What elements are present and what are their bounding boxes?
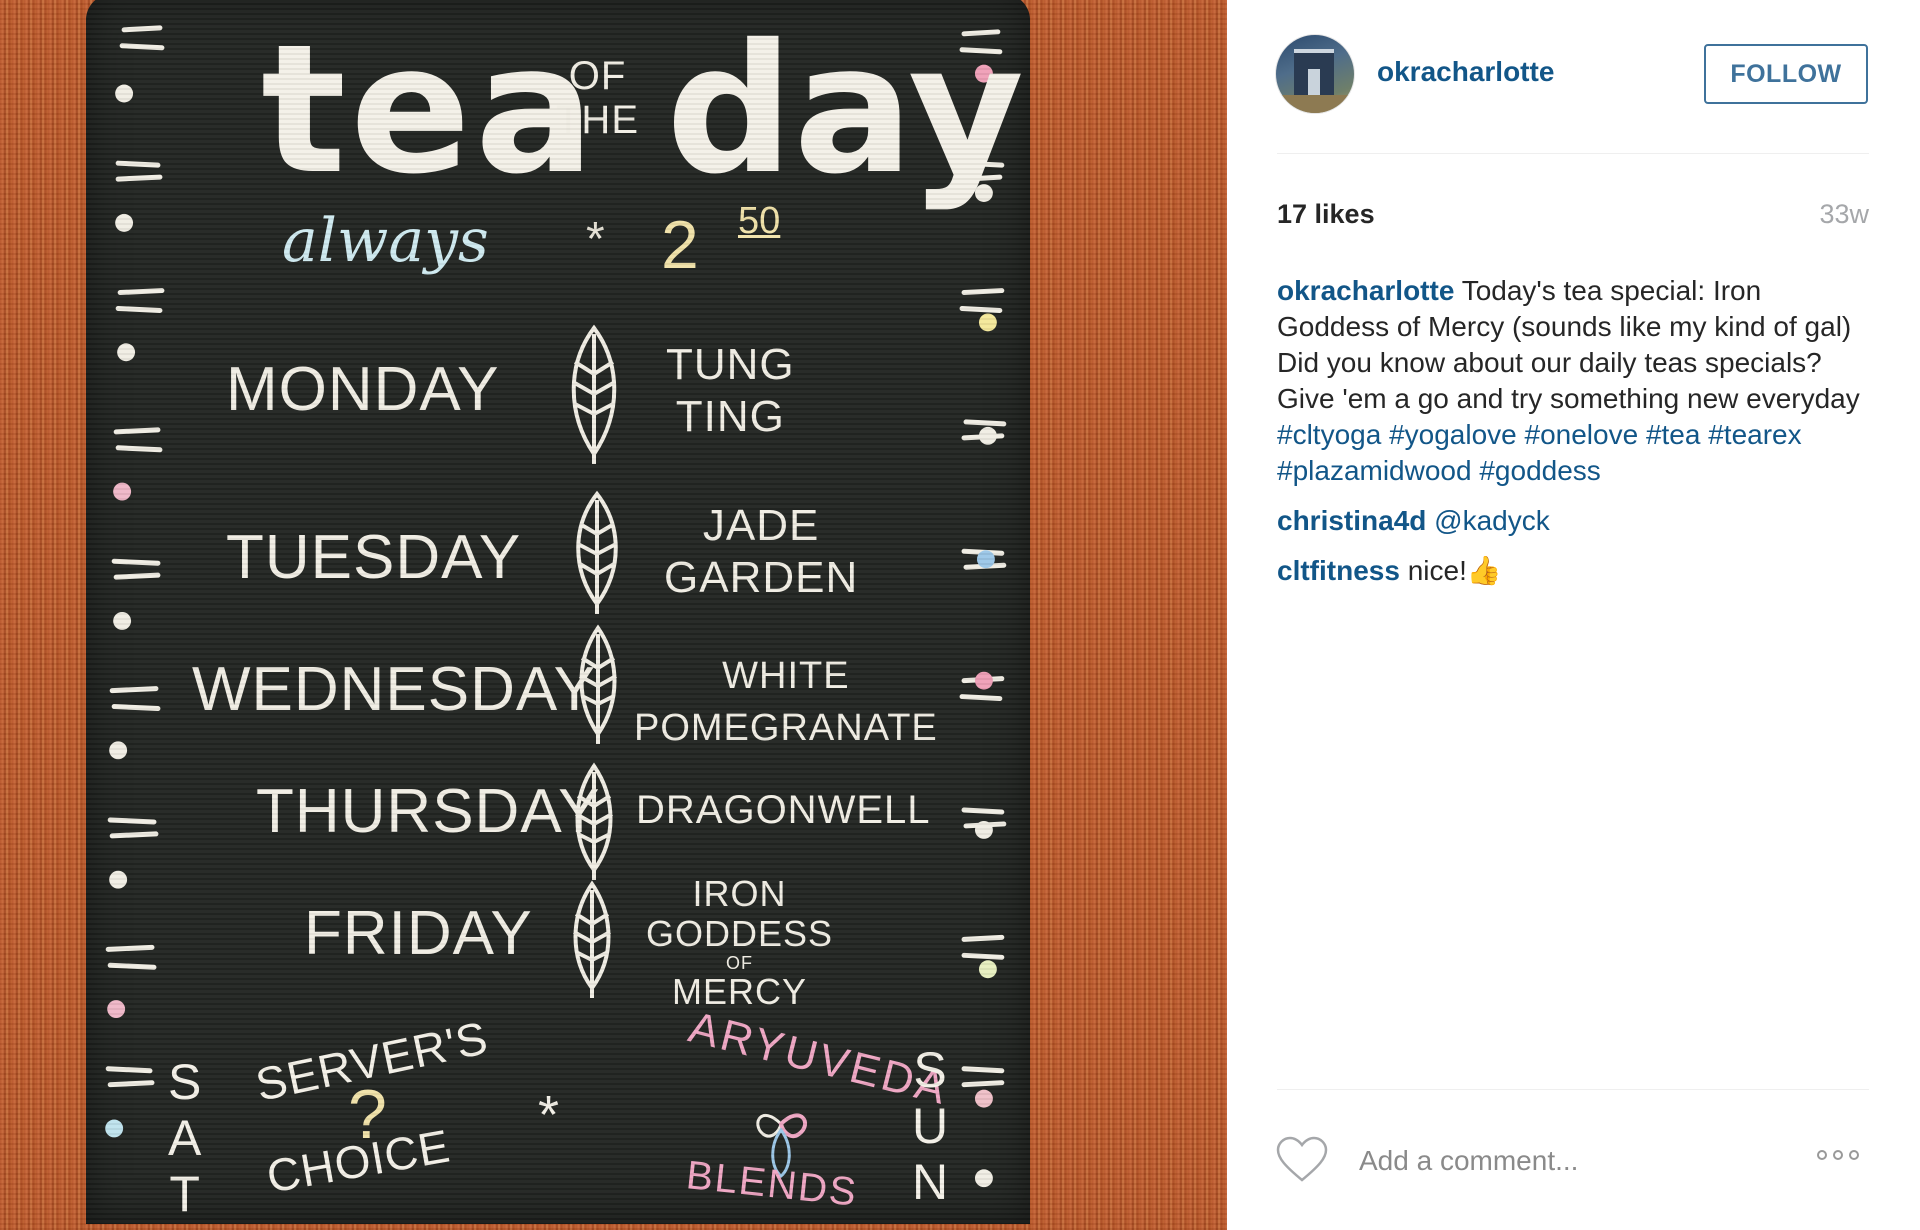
title-day: day: [666, 6, 1025, 213]
post-photo: tea OF THE day always * 2 50 MONDAY TUNG…: [0, 0, 1227, 1230]
comment-username[interactable]: cltfitness: [1277, 555, 1400, 586]
day-thursday: THURSDAY: [256, 777, 601, 846]
header-divider: [1277, 153, 1869, 154]
sat-letter: A: [168, 1110, 203, 1166]
leaf-icon: [576, 490, 618, 614]
instagram-post-view: tea OF THE day always * 2 50 MONDAY TUNG…: [0, 0, 1920, 1230]
title-the: THE: [556, 98, 639, 142]
tea-friday-line4: MERCY: [672, 971, 808, 1012]
price-cents: 50: [738, 200, 781, 242]
hashtag[interactable]: #goddess: [1479, 455, 1600, 486]
leaf-icon: [573, 880, 611, 998]
caption: okracharlotte Today's tea special: Iron …: [1277, 273, 1869, 489]
post-username[interactable]: okracharlotte: [1377, 56, 1554, 88]
post-side-panel: okracharlotte FOLLOW 17 likes 33w okrach…: [1227, 0, 1920, 1230]
tea-friday-line1: IRON: [692, 873, 787, 914]
day-monday: MONDAY: [226, 355, 500, 424]
tea-thursday: DRAGONWELL: [636, 784, 931, 836]
hashtag[interactable]: #plazamidwood: [1277, 455, 1472, 486]
tea-friday-line3: OF: [726, 953, 754, 973]
tea-tuesday-line1: JADE: [702, 501, 820, 550]
price-dollars: 2: [661, 207, 699, 283]
tea-wednesday: WHITE POMEGRANATE: [634, 650, 938, 754]
tea-friday: IRON GODDESS OF MERCY: [646, 874, 833, 1012]
title-tea: tea: [261, 6, 599, 213]
hashtag[interactable]: #yogalove: [1389, 419, 1517, 450]
sat-letter: T: [169, 1166, 201, 1222]
more-dot: [1817, 1150, 1827, 1160]
tea-wednesday-line2: POMEGRANATE: [634, 707, 938, 749]
hashtag[interactable]: #onelove: [1525, 419, 1639, 450]
tea-monday: TUNG TING: [666, 339, 795, 443]
tea-wednesday-line1: WHITE: [722, 655, 850, 697]
comment-item: cltfitness nice!👍: [1277, 553, 1869, 589]
more-options-icon[interactable]: [1817, 1150, 1859, 1160]
sat-label: S A T: [168, 1054, 202, 1222]
comment-item: christina4d @kadyck: [1277, 503, 1869, 539]
more-dot: [1833, 1150, 1843, 1160]
avatar-door: [1308, 69, 1320, 95]
follow-button[interactable]: FOLLOW: [1704, 44, 1868, 104]
comment-username[interactable]: christina4d: [1277, 505, 1426, 536]
like-heart-icon[interactable]: [1275, 1136, 1329, 1184]
day-wednesday: WEDNESDAY: [192, 655, 597, 724]
sat-letter: S: [168, 1054, 203, 1110]
likes-count[interactable]: 17 likes: [1277, 199, 1375, 230]
title-of-the: OF THE: [556, 54, 639, 142]
tea-thursday-line1: DRAGONWELL: [636, 788, 931, 832]
weekend-star: *: [538, 1085, 560, 1145]
avatar-ground: [1276, 95, 1354, 113]
always-label: always: [282, 206, 489, 276]
more-dot: [1849, 1150, 1859, 1160]
tea-tuesday-line2: GARDEN: [664, 553, 859, 602]
hashtag[interactable]: #cltyoga: [1277, 419, 1381, 450]
hashtag[interactable]: #tea: [1646, 419, 1701, 450]
tea-monday-line2: TING: [675, 392, 785, 441]
day-friday: FRIDAY: [304, 899, 533, 968]
footer-divider: [1277, 1089, 1869, 1090]
add-comment-input[interactable]: [1357, 1138, 1781, 1184]
leaf-icon: [579, 624, 617, 744]
tea-tuesday: JADE GARDEN: [664, 500, 858, 604]
title-of: OF: [568, 54, 627, 98]
chalkboard: tea OF THE day always * 2 50 MONDAY TUNG…: [86, 0, 1030, 1224]
sun-letter: U: [912, 1098, 950, 1154]
leaf-icon: [571, 324, 617, 464]
hashtag[interactable]: #tearex: [1708, 419, 1801, 450]
avatar[interactable]: [1275, 34, 1355, 114]
comments-list: okracharlotte Today's tea special: Iron …: [1277, 273, 1869, 603]
post-age[interactable]: 33w: [1819, 199, 1869, 230]
sun-label: S U N: [912, 1042, 949, 1210]
caption-username[interactable]: okracharlotte: [1277, 275, 1454, 306]
star-separator: *: [586, 213, 605, 266]
leaf-icon: [575, 762, 613, 880]
comment-text[interactable]: @kadyck: [1434, 505, 1550, 536]
day-tuesday: TUESDAY: [226, 523, 522, 592]
sun-letter: S: [913, 1042, 948, 1098]
tea-friday-line2: GODDESS: [646, 913, 834, 954]
sun-letter: N: [912, 1154, 950, 1210]
tea-monday-line1: TUNG: [666, 340, 795, 389]
comment-text: nice!👍: [1407, 555, 1502, 586]
